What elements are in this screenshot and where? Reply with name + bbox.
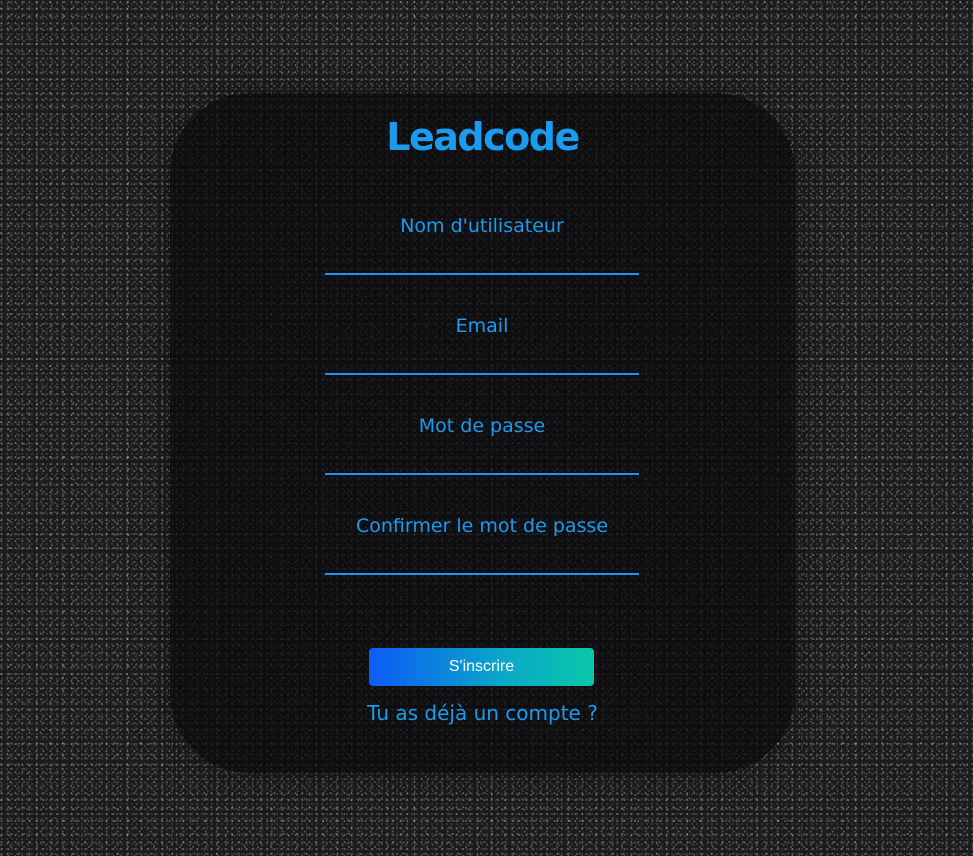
confirm-password-underline <box>325 573 639 575</box>
confirm-password-label: Confirmer le mot de passe <box>355 515 609 537</box>
signup-button[interactable]: S'inscrire <box>369 648 594 686</box>
password-input[interactable] <box>325 445 639 471</box>
password-label: Mot de passe <box>418 415 546 437</box>
email-input[interactable] <box>325 345 639 371</box>
confirm-password-input[interactable] <box>325 545 639 571</box>
signup-card: Leadcode Nom d'utilisateur Email Mot de … <box>170 93 795 773</box>
username-underline <box>325 273 639 275</box>
username-input[interactable] <box>325 245 639 271</box>
confirm-password-field[interactable]: Confirmer le mot de passe <box>325 515 639 575</box>
email-underline <box>325 373 639 375</box>
password-field[interactable]: Mot de passe <box>325 415 639 475</box>
username-field[interactable]: Nom d'utilisateur <box>325 215 639 275</box>
username-label: Nom d'utilisateur <box>400 215 564 237</box>
brand-title: Leadcode <box>386 115 580 159</box>
email-label: Email <box>455 315 509 337</box>
email-field[interactable]: Email <box>325 315 639 375</box>
login-link[interactable]: Tu as déjà un compte ? <box>170 701 795 725</box>
password-underline <box>325 473 639 475</box>
